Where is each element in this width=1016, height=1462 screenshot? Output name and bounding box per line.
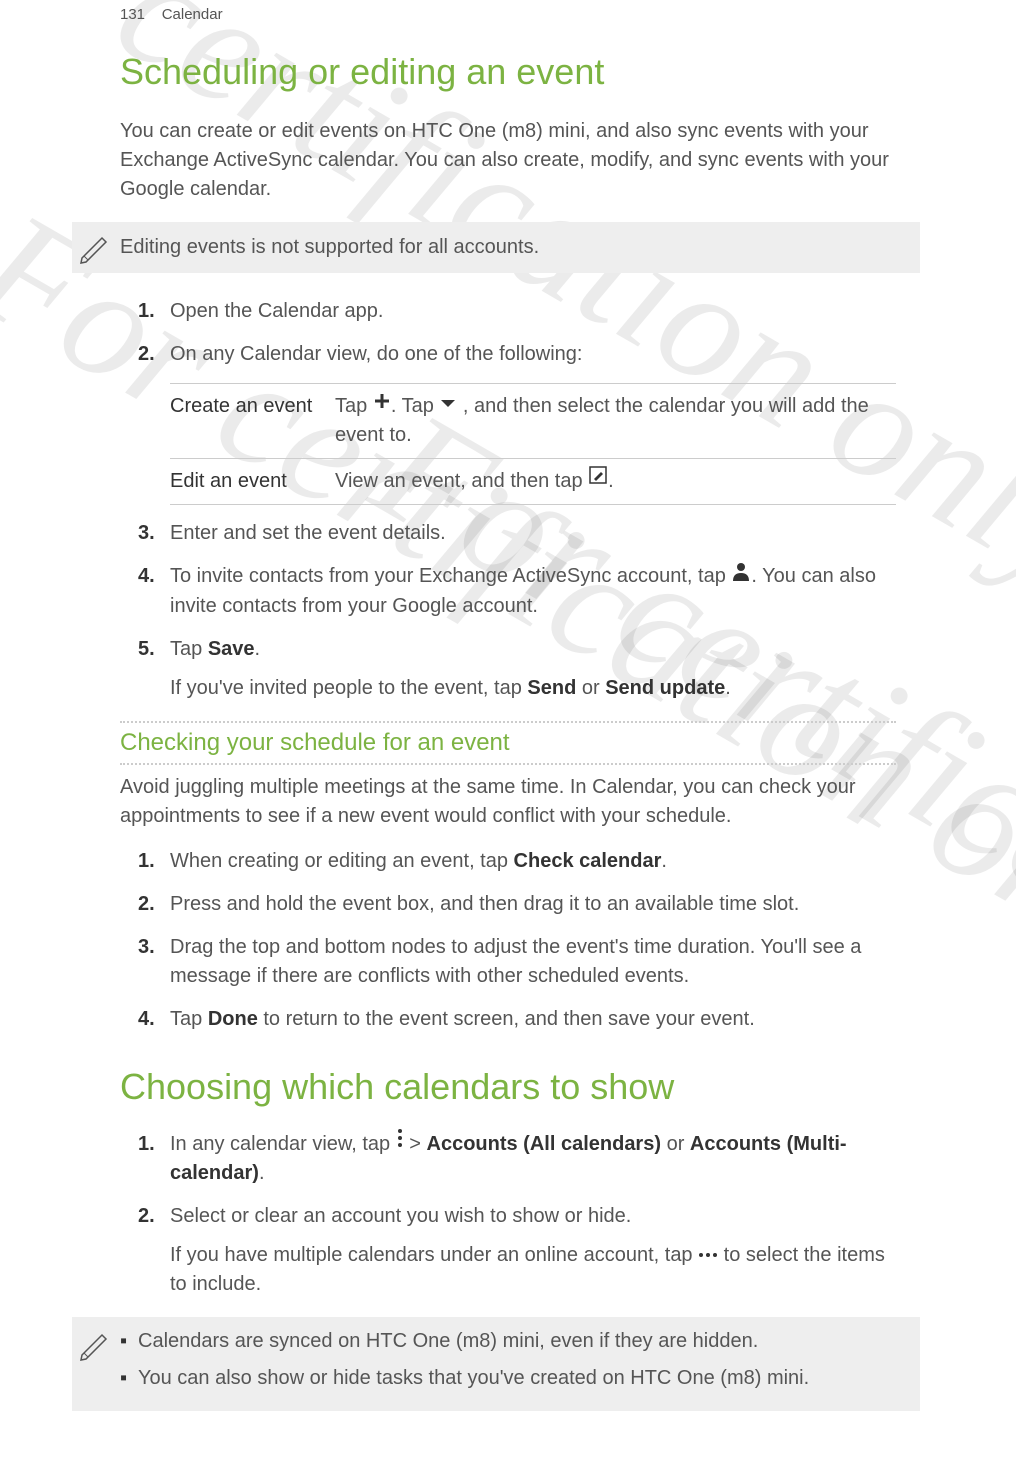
note-box: Editing events is not supported for all … — [72, 222, 920, 273]
tip-item: You can also show or hide tasks that you… — [120, 1364, 900, 1393]
page-number: 131 — [120, 6, 145, 23]
step-2-sub: If you have multiple calendars under an … — [170, 1241, 896, 1299]
event-options-table: Create an event Tap . Tap , and then sel… — [170, 383, 896, 505]
steps-list-1: Open the Calendar app. On any Calendar v… — [138, 297, 896, 703]
step-3: Enter and set the event details. — [138, 519, 896, 548]
step-1: Open the Calendar app. — [138, 297, 896, 326]
text: When creating or editing an event, tap — [170, 850, 514, 872]
plus-icon — [373, 390, 391, 419]
step-1: In any calendar view, tap > Accounts (Al… — [138, 1130, 896, 1188]
heading-checking: Checking your schedule for an event — [120, 721, 896, 765]
steps-list-2: When creating or editing an event, tap C… — [138, 847, 896, 1034]
step-4: To invite contacts from your Exchange Ac… — [138, 562, 896, 620]
text: > — [404, 1133, 427, 1155]
pencil-icon — [78, 1329, 112, 1368]
heading-choosing: Choosing which calendars to show — [120, 1066, 896, 1108]
text: Tap — [170, 1008, 208, 1030]
menu-icon — [396, 1128, 404, 1157]
edit-icon — [588, 465, 608, 494]
text: or — [661, 1133, 690, 1155]
row-label: Edit an event — [170, 467, 335, 496]
table-row: Edit an event View an event, and then ta… — [170, 459, 896, 505]
text: Tap — [335, 395, 373, 417]
text: . — [661, 850, 667, 872]
row-value: View an event, and then tap . — [335, 467, 896, 496]
text: Tap — [170, 638, 208, 660]
text: . Tap — [391, 395, 440, 417]
text: . — [255, 638, 261, 660]
text: Select or clear an account you wish to s… — [170, 1205, 631, 1227]
text: . — [608, 470, 614, 492]
tip-item: Calendars are synced on HTC One (m8) min… — [120, 1327, 900, 1356]
tips-box: Calendars are synced on HTC One (m8) min… — [72, 1317, 920, 1411]
send-label: Send — [527, 677, 576, 699]
step-2: Select or clear an account you wish to s… — [138, 1202, 896, 1299]
pencil-icon — [78, 232, 112, 272]
text: or — [576, 677, 605, 699]
done-label: Done — [208, 1008, 258, 1030]
note-text: Editing events is not supported for all … — [120, 236, 539, 258]
step-2-text: On any Calendar view, do one of the foll… — [170, 343, 582, 365]
intro-text: You can create or edit events on HTC One… — [120, 117, 896, 204]
text: If you've invited people to the event, t… — [170, 677, 527, 699]
dropdown-icon — [439, 390, 457, 419]
text: View an event, and then tap — [335, 470, 588, 492]
accounts-all-label: Accounts (All calendars) — [427, 1133, 662, 1155]
intro-text-2: Avoid juggling multiple meetings at the … — [120, 773, 896, 831]
step-2: On any Calendar view, do one of the foll… — [138, 340, 896, 505]
step-3: Drag the top and bottom nodes to adjust … — [138, 933, 896, 991]
table-row: Create an event Tap . Tap , and then sel… — [170, 383, 896, 459]
step-5-sub: If you've invited people to the event, t… — [170, 674, 896, 703]
page-header: 131 Calendar — [120, 6, 896, 23]
text: . — [259, 1162, 265, 1184]
check-calendar-label: Check calendar — [514, 850, 662, 872]
text: to return to the event screen, and then … — [258, 1008, 755, 1030]
step-5: Tap Save. If you've invited people to th… — [138, 635, 896, 703]
text: To invite contacts from your Exchange Ac… — [170, 565, 731, 587]
step-1: When creating or editing an event, tap C… — [138, 847, 896, 876]
step-2: Press and hold the event box, and then d… — [138, 890, 896, 919]
step-4: Tap Done to return to the event screen, … — [138, 1005, 896, 1034]
text: In any calendar view, tap — [170, 1133, 396, 1155]
heading-scheduling: Scheduling or editing an event — [120, 51, 896, 93]
save-label: Save — [208, 638, 255, 660]
person-icon — [731, 561, 751, 590]
section-name: Calendar — [162, 6, 223, 23]
more-dots-icon — [698, 1239, 718, 1268]
send-update-label: Send update — [605, 677, 725, 699]
row-label: Create an event — [170, 392, 335, 450]
text: If you have multiple calendars under an … — [170, 1244, 698, 1266]
row-value: Tap . Tap , and then select the calendar… — [335, 392, 896, 450]
steps-list-3: In any calendar view, tap > Accounts (Al… — [138, 1130, 896, 1299]
text: . — [725, 677, 731, 699]
